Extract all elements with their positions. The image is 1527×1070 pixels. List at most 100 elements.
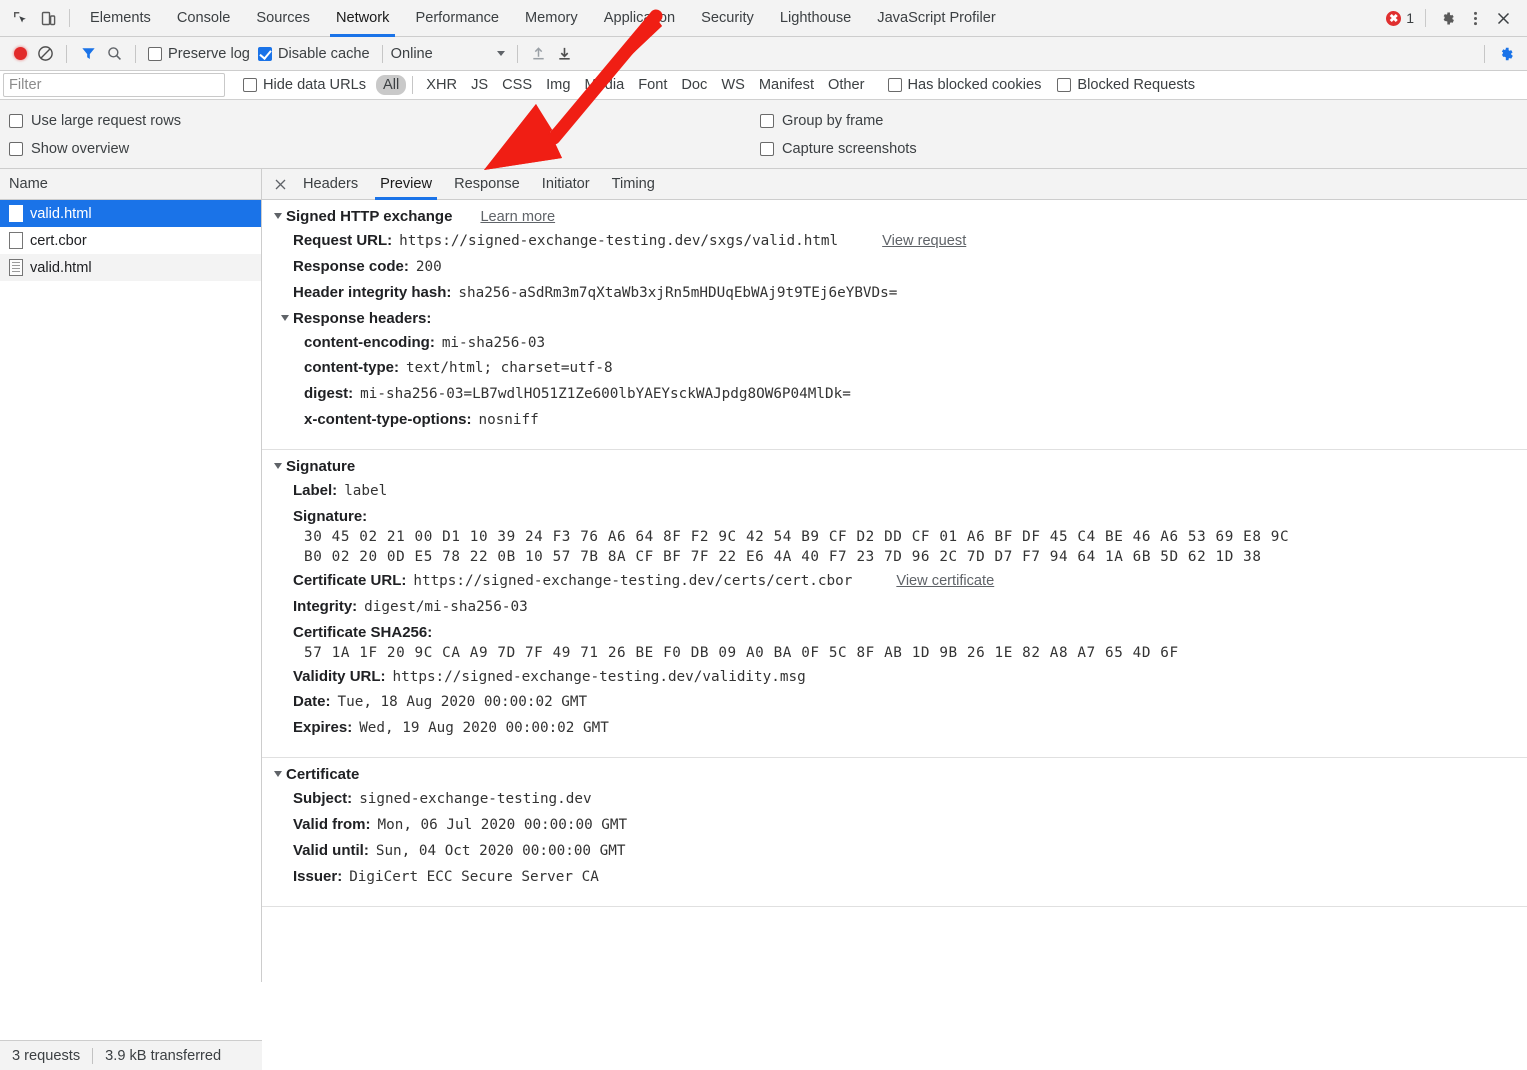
show-overview-label: Show overview <box>31 141 129 157</box>
field-value: https://signed-exchange-testing.dev/vali… <box>393 669 806 687</box>
view-request-link[interactable]: View request <box>882 232 966 250</box>
type-filter-xhr[interactable]: XHR <box>419 75 464 95</box>
request-row-cert-cbor[interactable]: cert.cbor <box>0 227 261 254</box>
transferred-size-label: 3.9 kB transferred <box>93 1048 233 1064</box>
learn-more-link[interactable]: Learn more <box>480 209 555 225</box>
tab-response[interactable]: Response <box>443 169 531 200</box>
field-value: label <box>344 483 387 501</box>
field-value: Tue, 18 Aug 2020 00:00:02 GMT <box>338 694 588 712</box>
clear-network-log-button[interactable] <box>32 41 58 67</box>
chevron-down-icon <box>281 315 289 321</box>
network-throttling-select[interactable]: Online <box>391 46 509 62</box>
document-icon <box>9 205 23 222</box>
panel-tab-memory[interactable]: Memory <box>512 0 591 37</box>
type-filter-media[interactable]: Media <box>577 75 631 95</box>
field-key: Request URL: <box>293 232 392 251</box>
type-filter-css[interactable]: CSS <box>495 75 539 95</box>
settings-gear-icon[interactable] <box>1433 4 1461 32</box>
panel-tab-javascript-profiler[interactable]: JavaScript Profiler <box>864 0 1008 37</box>
panel-tab-network[interactable]: Network <box>323 0 403 37</box>
group-by-frame-checkbox[interactable]: Group by frame <box>760 113 883 129</box>
chevron-down-icon <box>497 51 505 56</box>
blocked-requests-checkbox[interactable]: Blocked Requests <box>1057 77 1195 93</box>
panel-tab-console[interactable]: Console <box>164 0 244 37</box>
filter-funnel-icon[interactable] <box>75 41 101 67</box>
show-overview-checkbox[interactable]: Show overview <box>0 141 760 157</box>
use-large-request-rows-checkbox[interactable]: Use large request rows <box>0 113 760 129</box>
checkbox-box <box>888 78 902 92</box>
panel-tab-elements[interactable]: Elements <box>77 0 164 37</box>
error-count-badge[interactable]: ✖ 1 <box>1386 10 1414 26</box>
request-row-valid-html[interactable]: valid.html <box>0 254 261 281</box>
request-detail-panel: Headers Preview Response Initiator Timin… <box>262 169 1527 982</box>
inspect-element-icon[interactable] <box>6 4 34 32</box>
field-key: Integrity: <box>293 598 357 617</box>
field-expires: Expires: Wed, 19 Aug 2020 00:00:02 GMT <box>262 719 1527 738</box>
capture-screenshots-checkbox[interactable]: Capture screenshots <box>760 141 917 157</box>
type-filter-ws[interactable]: WS <box>714 75 752 95</box>
type-filter-img[interactable]: Img <box>539 75 577 95</box>
close-devtools-icon[interactable] <box>1489 4 1517 32</box>
tab-preview[interactable]: Preview <box>369 169 443 200</box>
device-toolbar-icon[interactable] <box>34 4 62 32</box>
request-name: valid.html <box>30 206 92 222</box>
field-key: Response code: <box>293 258 409 277</box>
panel-tab-application[interactable]: Application <box>591 0 688 37</box>
error-icon: ✖ <box>1386 11 1401 26</box>
field-header-integrity-hash: Header integrity hash: sha256-aSdRm3m7qX… <box>262 284 1527 303</box>
panel-tab-performance[interactable]: Performance <box>402 0 512 37</box>
section-header[interactable]: Signed HTTP exchange Learn more <box>262 208 1527 225</box>
field-value: https://signed-exchange-testing.dev/cert… <box>413 573 852 591</box>
section-signed-http-exchange: Signed HTTP exchange Learn more Request … <box>262 200 1527 450</box>
filter-input[interactable] <box>3 73 225 97</box>
field-value: digest/mi-sha256-03 <box>364 599 528 617</box>
hide-data-urls-label: Hide data URLs <box>263 77 366 93</box>
header-content-encoding: content-encoding: mi-sha256-03 <box>262 334 1527 353</box>
request-list: valid.html cert.cbor valid.html <box>0 200 261 982</box>
field-key: Certificate URL: <box>293 572 406 591</box>
request-name: cert.cbor <box>30 233 87 249</box>
header-value: nosniff <box>478 412 538 430</box>
view-certificate-link[interactable]: View certificate <box>896 572 994 590</box>
tab-timing[interactable]: Timing <box>601 169 666 200</box>
type-filter-manifest[interactable]: Manifest <box>752 75 821 95</box>
network-settings-gear-icon[interactable] <box>1493 41 1519 67</box>
section-header[interactable]: Certificate <box>262 766 1527 783</box>
preserve-log-checkbox[interactable]: Preserve log <box>148 46 250 62</box>
import-har-icon[interactable] <box>526 41 552 67</box>
panel-tab-security[interactable]: Security <box>688 0 767 37</box>
field-value: DigiCert ECC Secure Server CA <box>349 869 599 887</box>
more-options-icon[interactable] <box>1461 4 1489 32</box>
type-filter-all[interactable]: All <box>376 75 406 95</box>
tab-initiator[interactable]: Initiator <box>531 169 601 200</box>
checkbox-box <box>258 47 272 61</box>
record-network-log-button[interactable] <box>8 42 32 66</box>
type-filter-js[interactable]: JS <box>464 75 495 95</box>
column-header-name: Name <box>9 176 48 192</box>
request-row-valid-html-sxg[interactable]: valid.html <box>0 200 261 227</box>
type-filter-font[interactable]: Font <box>631 75 674 95</box>
header-value: mi-sha256-03=LB7wdlHO51Z1Ze600lbYAEYsckW… <box>360 386 851 404</box>
checkbox-box <box>1057 78 1071 92</box>
request-name: valid.html <box>30 260 92 276</box>
document-lines-icon <box>9 259 23 276</box>
close-detail-icon[interactable] <box>268 172 292 196</box>
tab-headers[interactable]: Headers <box>292 169 369 200</box>
section-signature: Signature Label: label Signature: 30 45 … <box>262 450 1527 758</box>
checkbox-box <box>9 114 23 128</box>
type-filter-other[interactable]: Other <box>821 75 872 95</box>
panel-tab-sources[interactable]: Sources <box>243 0 323 37</box>
type-filter-doc[interactable]: Doc <box>674 75 714 95</box>
export-har-icon[interactable] <box>552 41 578 67</box>
request-list-header[interactable]: Name <box>0 169 261 200</box>
section-header[interactable]: Signature <box>262 458 1527 475</box>
toolbar-divider <box>69 9 70 27</box>
search-icon[interactable] <box>101 41 127 67</box>
hide-data-urls-checkbox[interactable]: Hide data URLs <box>243 77 366 93</box>
subsection-response-headers-header[interactable]: Response headers: <box>262 310 1527 327</box>
panel-tab-lighthouse[interactable]: Lighthouse <box>767 0 864 37</box>
disable-cache-checkbox[interactable]: Disable cache <box>258 46 370 62</box>
disable-cache-label: Disable cache <box>278 46 370 62</box>
has-blocked-cookies-checkbox[interactable]: Has blocked cookies <box>888 77 1042 93</box>
field-integrity: Integrity: digest/mi-sha256-03 <box>262 598 1527 617</box>
